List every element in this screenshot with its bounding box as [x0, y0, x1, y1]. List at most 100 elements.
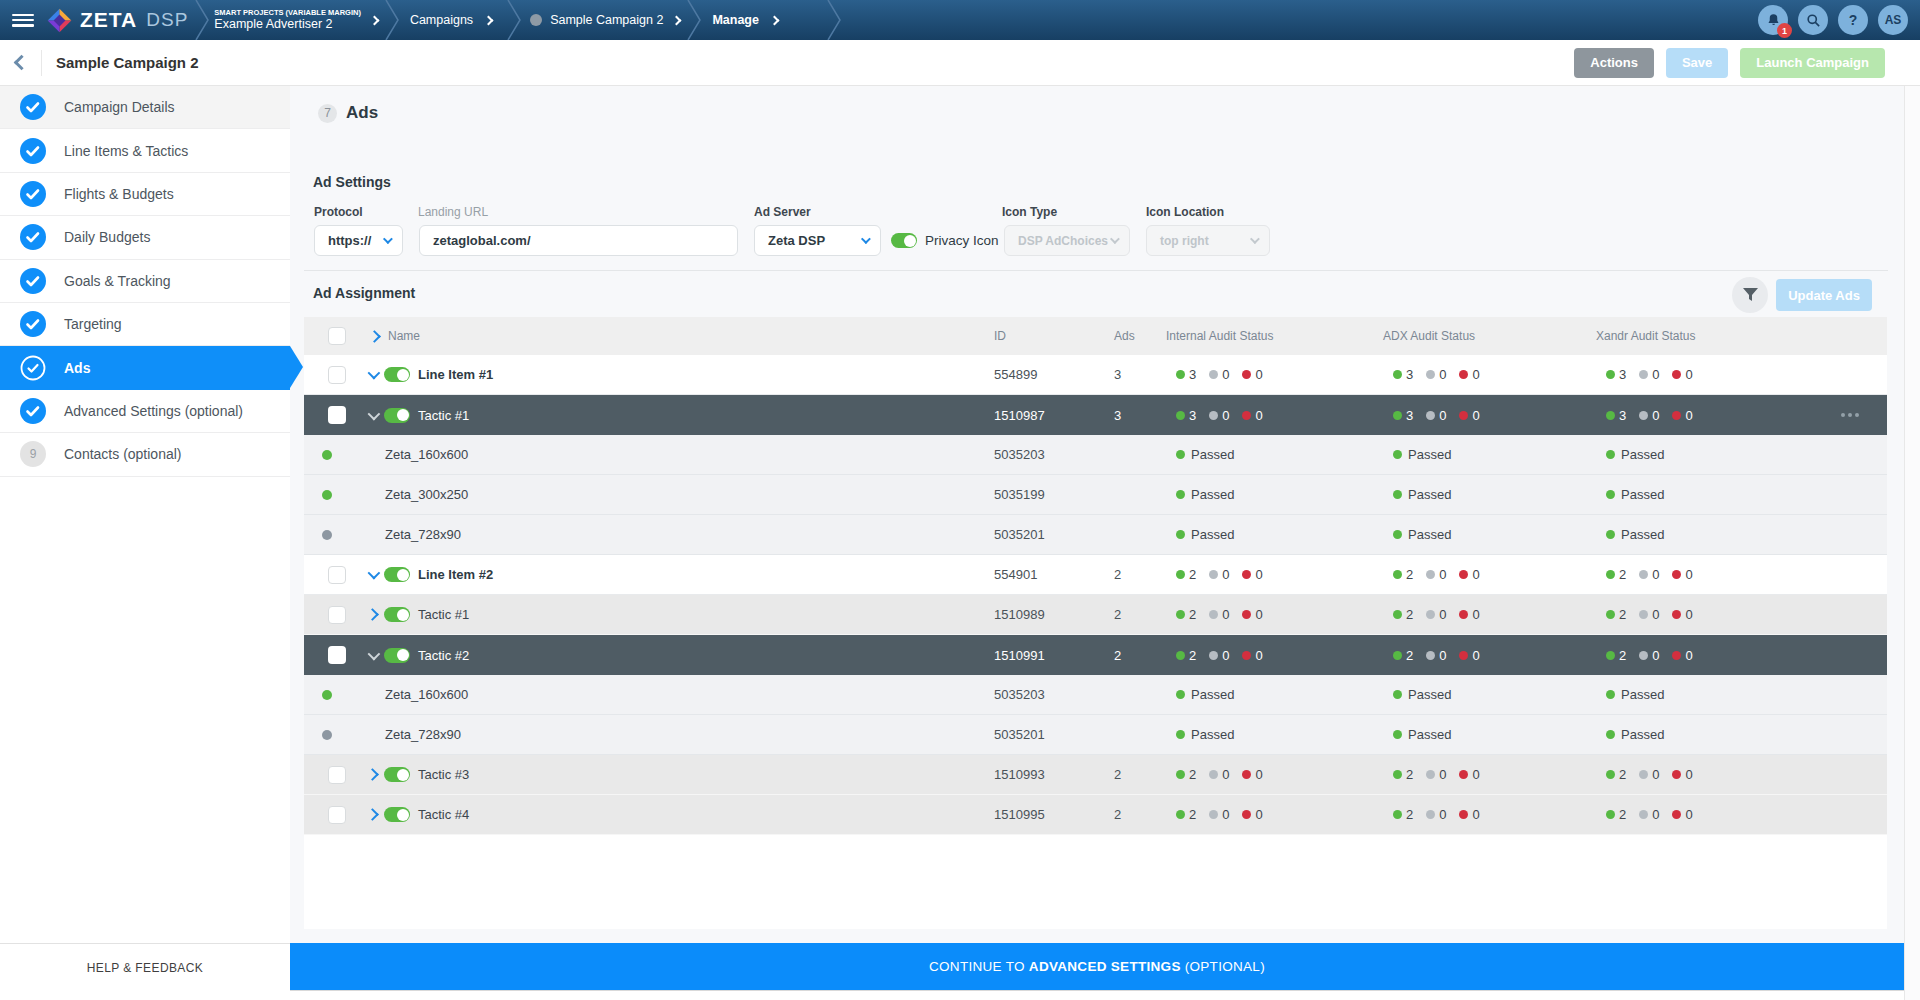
expand-row-icon[interactable] [366, 808, 379, 821]
table-row-creative[interactable]: Zeta_160x6005035203PassedPassedPassed [304, 675, 1887, 715]
sidebar-item-advanced-settings-optional[interactable]: Advanced Settings (optional) [0, 390, 290, 433]
row-checkbox[interactable] [328, 606, 346, 624]
table-row-lineitem[interactable]: Line Item #25549012200200200 [304, 555, 1887, 595]
audit-status: 200 [1176, 595, 1272, 634]
row-menu-button[interactable] [1841, 395, 1859, 435]
sidebar-item-ads[interactable]: Ads [0, 346, 290, 389]
audit-status: Passed [1393, 475, 1451, 514]
table-row-creative[interactable]: Zeta_728x905035201PassedPassedPassed [304, 715, 1887, 755]
help-feedback-button[interactable]: HELP & FEEDBACK [0, 943, 290, 992]
sidebar-item-goals-tracking[interactable]: Goals & Tracking [0, 260, 290, 303]
save-button[interactable]: Save [1666, 48, 1728, 78]
collapse-row-icon[interactable] [368, 367, 381, 380]
actions-button[interactable]: Actions [1574, 48, 1654, 78]
avatar[interactable]: AS [1878, 5, 1908, 35]
row-id: 5035201 [994, 715, 1045, 754]
collapse-row-icon[interactable] [368, 647, 381, 660]
audit-status: 200 [1176, 555, 1272, 594]
audit-status: Passed [1606, 435, 1664, 474]
select-all-checkbox[interactable] [328, 327, 346, 345]
landing-url-input[interactable]: zetaglobal.com/ [419, 225, 738, 256]
row-ads-count: 2 [1114, 595, 1121, 634]
row-checkbox[interactable] [328, 806, 346, 824]
update-ads-button[interactable]: Update Ads [1776, 279, 1872, 311]
row-toggle[interactable] [384, 408, 410, 423]
zeta-dsp-logo[interactable]: ZETA DSP [46, 7, 188, 34]
scrollbar-track[interactable] [1904, 86, 1920, 1000]
table-row-lineitem[interactable]: Line Item #15548993300300300 [304, 355, 1887, 395]
row-toggle[interactable] [384, 367, 410, 382]
creative-name: Zeta_160x600 [385, 675, 468, 714]
audit-status: Passed [1393, 675, 1451, 714]
hamburger-menu-icon[interactable] [12, 14, 34, 27]
ad-server-select[interactable]: Zeta DSP [754, 225, 881, 256]
table-row-tactic[interactable]: Tactic #415109952200200200 [304, 795, 1887, 835]
row-checkbox[interactable] [328, 646, 346, 664]
expand-row-icon[interactable] [366, 608, 379, 621]
row-name: Tactic #4 [418, 795, 469, 834]
notifications-button[interactable]: 1 [1758, 5, 1788, 35]
breadcrumb-advertiser[interactable]: SMART PROJECTS (VARIABLE MARGIN) Example… [214, 8, 361, 33]
sidebar-item-daily-budgets[interactable]: Daily Budgets [0, 216, 290, 259]
table-row-creative[interactable]: Zeta_728x905035201PassedPassedPassed [304, 515, 1887, 555]
table-row-tactic[interactable]: Tactic #115109873300300300 [304, 395, 1887, 435]
filter-button[interactable] [1732, 277, 1768, 313]
row-id: 1510995 [994, 795, 1045, 834]
row-toggle[interactable] [384, 767, 410, 782]
audit-status: Passed [1606, 675, 1664, 714]
expand-all-icon[interactable] [368, 330, 381, 343]
row-toggle[interactable] [384, 807, 410, 822]
search-button[interactable] [1798, 5, 1828, 35]
audit-status: 200 [1176, 755, 1272, 794]
table-row-tactic[interactable]: Tactic #215109912200200200 [304, 635, 1887, 675]
sidebar-item-flights-budgets[interactable]: Flights & Budgets [0, 173, 290, 216]
collapse-row-icon[interactable] [368, 407, 381, 420]
row-ads-count: 2 [1114, 755, 1121, 794]
step-number-badge: 7 [318, 104, 337, 123]
row-checkbox[interactable] [328, 766, 346, 784]
table-row-creative[interactable]: Zeta_300x2505035199PassedPassedPassed [304, 475, 1887, 515]
launch-campaign-button[interactable]: Launch Campaign [1740, 48, 1885, 78]
sidebar-item-label: Contacts (optional) [64, 446, 182, 462]
icon-location-select: top right [1146, 225, 1270, 256]
protocol-select[interactable]: https:// [314, 225, 403, 256]
section-title: Ads [346, 103, 378, 123]
breadcrumb-campaigns[interactable]: Campaigns [410, 13, 473, 27]
protocol-label: Protocol [314, 205, 363, 219]
sidebar-item-line-items-tactics[interactable]: Line Items & Tactics [0, 129, 290, 172]
creative-name: Zeta_728x90 [385, 515, 461, 554]
breadcrumb-separator [506, 0, 522, 40]
sidebar-item-contacts-optional[interactable]: 9Contacts (optional) [0, 433, 290, 476]
landing-url-label: Landing URL [418, 205, 488, 219]
back-button[interactable] [14, 55, 30, 71]
expand-row-icon[interactable] [366, 768, 379, 781]
row-toggle[interactable] [384, 648, 410, 663]
audit-status: 300 [1606, 355, 1702, 394]
privacy-icon-toggle[interactable] [891, 233, 917, 248]
check-circle-icon [20, 268, 46, 294]
row-toggle[interactable] [384, 607, 410, 622]
row-toggle[interactable] [384, 567, 410, 582]
table-row-creative[interactable]: Zeta_160x6005035203PassedPassedPassed [304, 435, 1887, 475]
sidebar-item-campaign-details[interactable]: Campaign Details [0, 86, 290, 129]
audit-status: 200 [1606, 595, 1702, 634]
audit-status: 200 [1606, 795, 1702, 834]
row-name: Line Item #2 [418, 555, 493, 594]
row-checkbox[interactable] [328, 566, 346, 584]
audit-status: Passed [1606, 715, 1664, 754]
table-row-tactic[interactable]: Tactic #315109932200200200 [304, 755, 1887, 795]
row-checkbox[interactable] [328, 366, 346, 384]
row-checkbox[interactable] [328, 406, 346, 424]
audit-status: 200 [1176, 795, 1272, 834]
table-row-tactic[interactable]: Tactic #115109892200200200 [304, 595, 1887, 635]
continue-button[interactable]: CONTINUE TOADVANCED SETTINGS(OPTIONAL) [290, 943, 1904, 990]
collapse-row-icon[interactable] [368, 567, 381, 580]
sidebar-nav: Campaign DetailsLine Items & TacticsFlig… [0, 86, 290, 477]
sidebar-item-targeting[interactable]: Targeting [0, 303, 290, 346]
row-name: Tactic #1 [418, 395, 469, 435]
audit-status: Passed [1393, 515, 1451, 554]
breadcrumb-campaign[interactable]: Sample Campaign 2 [550, 13, 663, 27]
question-icon: ? [1849, 12, 1858, 28]
breadcrumb-manage[interactable]: Manage [712, 13, 759, 27]
help-button[interactable]: ? [1838, 5, 1868, 35]
